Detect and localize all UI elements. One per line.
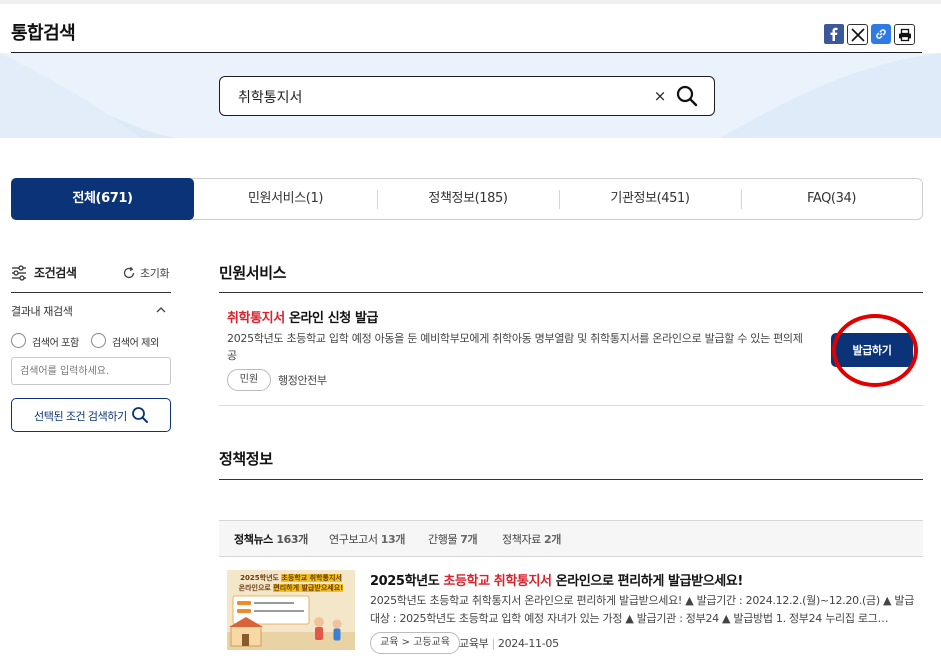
policy-heading: 정책정보 <box>219 450 273 468</box>
subtab-label: 정책자료 <box>502 533 541 546</box>
x-icon <box>850 27 865 42</box>
subtab-publications[interactable]: 간행물 7개 <box>428 531 478 547</box>
include-keyword-radio[interactable] <box>11 333 26 348</box>
search-input[interactable] <box>238 86 618 108</box>
clear-search-button[interactable]: × <box>651 86 669 106</box>
refresh-icon[interactable] <box>122 266 136 280</box>
subtab-label: 간행물 <box>428 533 458 546</box>
news-title[interactable]: 2025학년도 초등학교 취학통지서 온라인으로 편리하게 발급받으세요! <box>370 570 743 589</box>
exclude-keyword-radio[interactable] <box>91 333 106 348</box>
tab-agency-info[interactable]: 기관정보(451) <box>559 179 741 219</box>
news-title-highlight: 초등학교 <box>443 574 490 589</box>
exclude-keyword-label: 검색어 제외 <box>112 338 159 349</box>
thumbnail-caption-year: 2025학년도 <box>240 574 282 582</box>
thumbnail-caption-line: 2025학년도 초등학교 취학통지서 <box>230 573 352 583</box>
thumbnail-caption: 2025학년도 초등학교 취학통지서 온라인으로 편리하게 발급받으세요! <box>230 573 352 593</box>
print-button[interactable] <box>894 24 915 45</box>
top-border <box>0 0 941 4</box>
apply-filter-label: 선택된 조건 검색하기 <box>34 411 127 423</box>
news-category-tag: 교육 > 고등교육 <box>370 632 460 654</box>
apply-filter-button[interactable]: 선택된 조건 검색하기 <box>11 398 171 432</box>
re-search-label: 결과내 재검색 <box>11 305 73 318</box>
subtab-count: 7개 <box>460 533 478 546</box>
subtab-label: 연구보고서 <box>329 533 378 546</box>
tab-policy-info[interactable]: 정책정보(185) <box>377 179 559 219</box>
link-icon <box>876 29 886 39</box>
title-highlight: 취학통지서 <box>227 311 285 326</box>
section-divider <box>219 479 923 480</box>
filter-keyword-input[interactable] <box>11 357 171 385</box>
search-box: × <box>219 76 715 116</box>
x-share-button[interactable] <box>847 24 868 45</box>
print-icon <box>898 28 911 41</box>
category-tag: 민원 <box>227 369 271 391</box>
facebook-share-button[interactable] <box>824 24 844 44</box>
civil-service-result-title[interactable]: 취학통지서 온라인 신청 발급 <box>227 307 379 326</box>
chevron-up-icon[interactable] <box>155 305 167 315</box>
search-icon[interactable] <box>675 84 699 108</box>
subtab-policy-materials[interactable]: 정책자료 2개 <box>502 531 561 547</box>
section-divider <box>219 292 923 293</box>
civil-service-heading: 민원서비스 <box>219 264 287 282</box>
subtab-count: 2개 <box>544 533 561 546</box>
news-thumbnail[interactable]: 2025학년도 초등학교 취학통지서 온라인으로 편리하게 발급받으세요! <box>227 570 355 650</box>
thumbnail-caption-highlight: 편리하게 발급받으세요! <box>273 584 344 592</box>
reset-button[interactable]: 초기화 <box>140 265 170 281</box>
subtab-label: 정책뉴스 <box>234 533 273 546</box>
news-title-highlight: 취학통지서 <box>493 574 552 589</box>
issue-button[interactable]: 발급하기 <box>831 333 913 367</box>
include-keyword-label: 검색어 포함 <box>32 338 79 349</box>
page-title: 통합검색 <box>11 23 76 44</box>
news-title-part: 온라인으로 편리하게 발급받으세요! <box>551 574 744 589</box>
civil-service-description: 2025학년도 초등학교 입학 예정 아동을 둔 예비학부모에게 취학아동 명부… <box>227 332 803 362</box>
subtab-research-reports[interactable]: 연구보고서 13개 <box>329 531 405 547</box>
copy-link-button[interactable] <box>871 24 891 44</box>
tab-faq[interactable]: FAQ(34) <box>741 179 922 219</box>
thumbnail-caption-line: 온라인으로 편리하게 발급받으세요! <box>230 583 352 593</box>
filter-title: 조건검색 <box>34 266 77 280</box>
subtab-count: 13개 <box>380 533 406 546</box>
filter-divider <box>11 292 171 293</box>
news-description: 2025학년도 초등학교 취학통지서 온라인으로 편리하게 발급받으세요! ▲ … <box>370 594 915 625</box>
tab-all[interactable]: 전체(671) <box>11 178 194 220</box>
search-icon <box>132 407 148 423</box>
news-title-part: 2025학년도 <box>370 574 444 589</box>
news-agency: 교육부 <box>459 637 489 650</box>
result-divider <box>219 405 923 406</box>
subtab-policy-news[interactable]: 정책뉴스 163개 <box>234 531 308 547</box>
thumbnail-caption-text: 온라인으로 <box>238 584 274 592</box>
news-meta: 교육부 | 2024-11-05 <box>459 637 559 650</box>
result-category-tabs: 전체(671) 민원서비스(1) 정책정보(185) 기관정보(451) FAQ… <box>11 178 923 220</box>
news-date: 2024-11-05 <box>497 637 559 650</box>
subtab-count: 163개 <box>276 533 308 546</box>
facebook-icon <box>824 24 844 44</box>
thumbnail-caption-highlight: 초등학교 취학통지서 <box>281 574 342 582</box>
policy-subtabs: 정책뉴스 163개 연구보고서 13개 간행물 7개 정책자료 2개 <box>219 520 923 557</box>
agency-name: 행정안전부 <box>278 374 327 387</box>
title-rest: 온라인 신청 발급 <box>284 311 379 326</box>
tab-civil-service[interactable]: 민원서비스(1) <box>194 179 377 219</box>
filter-sliders-icon <box>12 265 26 281</box>
